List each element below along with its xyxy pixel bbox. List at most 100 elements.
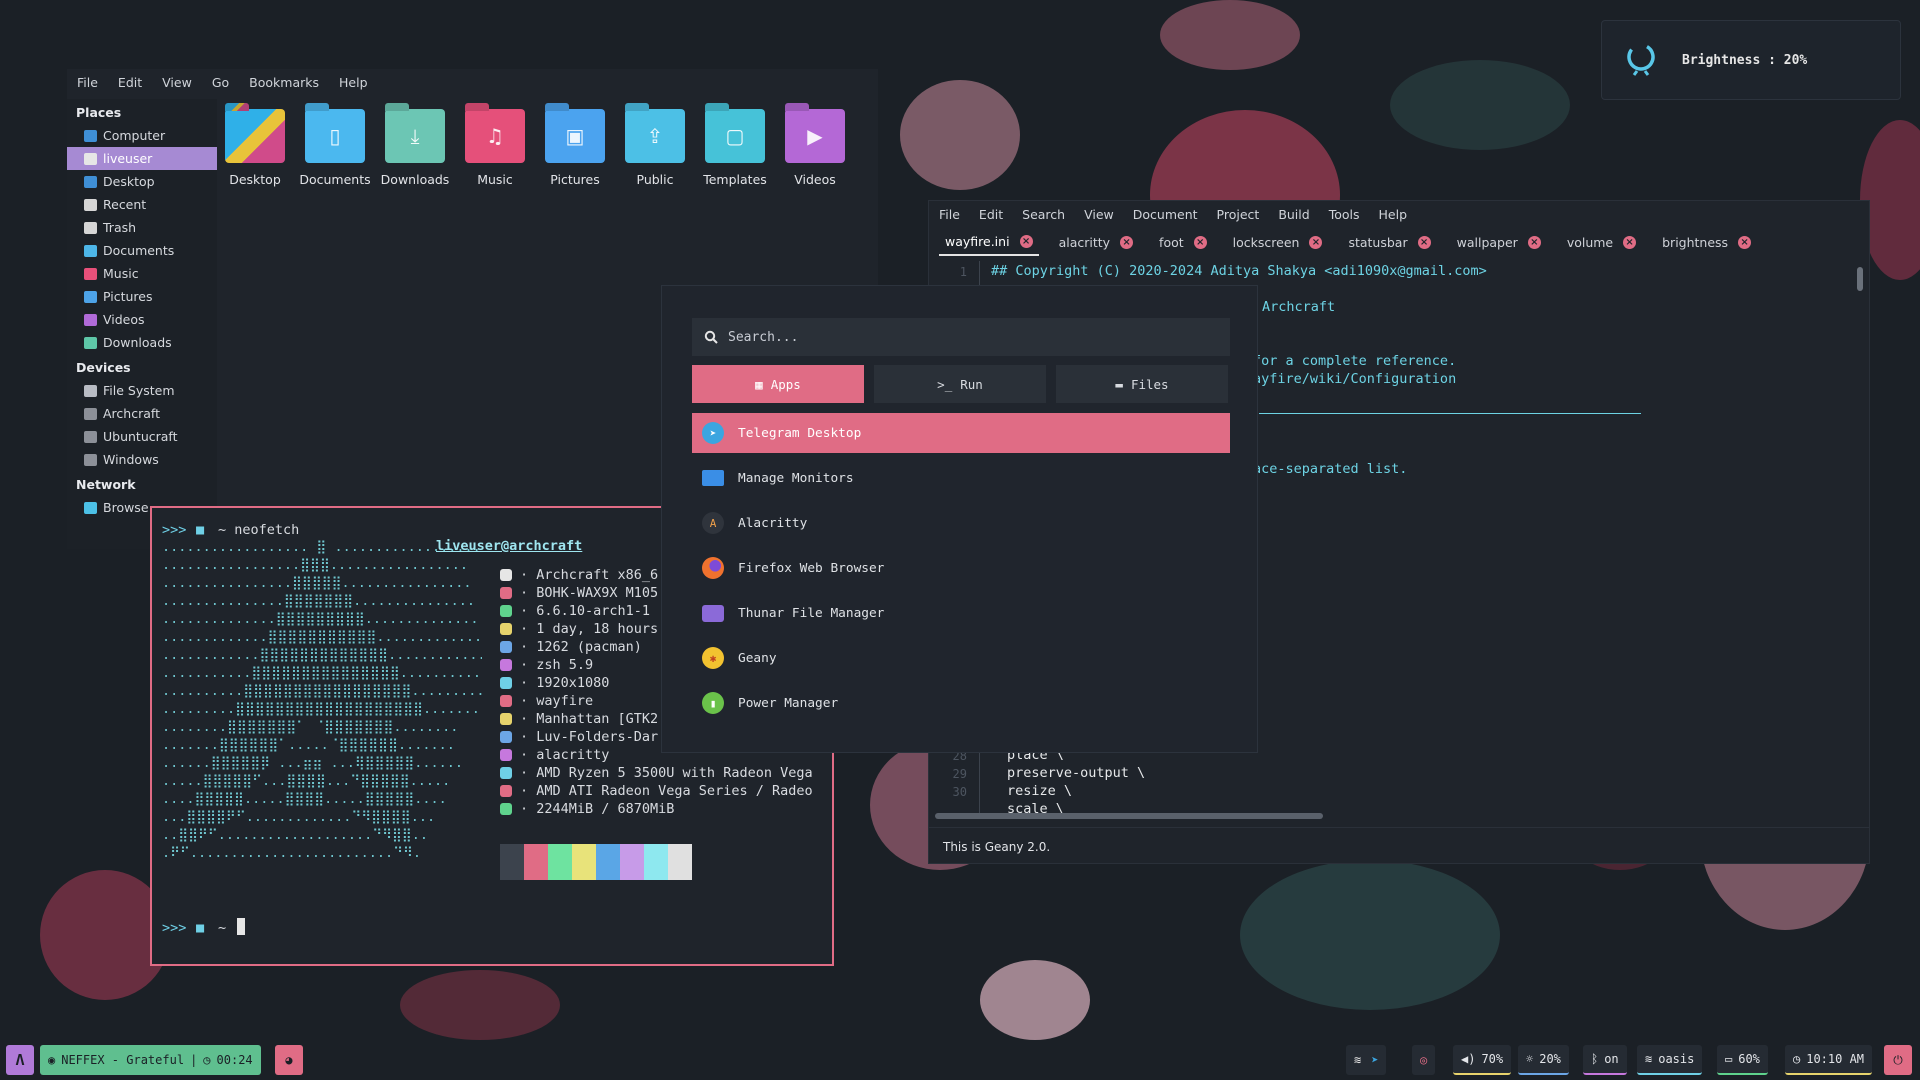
- mode-files-button[interactable]: ▬ Files: [1056, 365, 1228, 403]
- close-icon[interactable]: ×: [1120, 235, 1134, 249]
- close-icon[interactable]: ×: [1527, 235, 1541, 249]
- sidebar-item-pictures[interactable]: Pictures: [67, 285, 217, 308]
- tab-brightness[interactable]: brightness ×: [1656, 228, 1757, 256]
- folder-music[interactable]: ♫ Music: [465, 109, 525, 187]
- app-entry-geany[interactable]: ✱ Geany: [692, 638, 1230, 678]
- palette-swatch: [524, 844, 548, 880]
- menu-edit[interactable]: Edit: [118, 75, 142, 90]
- sidebar-item-ubuntucraft[interactable]: Ubuntucraft: [67, 425, 217, 448]
- menu-file[interactable]: File: [77, 75, 98, 90]
- app-entry-power-manager[interactable]: ▮ Power Manager: [692, 683, 1230, 723]
- sidebar-item-computer[interactable]: Computer: [67, 124, 217, 147]
- sidebar-item-windows[interactable]: Windows: [67, 448, 217, 471]
- app-entry-thunar[interactable]: Thunar File Manager: [692, 593, 1230, 633]
- file-manager-menubar: File Edit View Go Bookmarks Help: [67, 69, 878, 95]
- horizontal-scrollbar[interactable]: [935, 813, 1323, 819]
- network-widget[interactable]: ≋ oasis: [1637, 1045, 1703, 1075]
- tab-label: wayfire.ini: [945, 233, 1010, 249]
- music-widget[interactable]: ◉ NEFFEX - Grateful | ◷ 00:24: [40, 1045, 261, 1075]
- tab-foot[interactable]: foot ×: [1153, 228, 1213, 256]
- menu-document[interactable]: Document: [1133, 207, 1198, 222]
- close-icon[interactable]: ×: [1417, 235, 1431, 249]
- tab-alacritty[interactable]: alacritty ×: [1053, 228, 1139, 256]
- telegram-tray-icon[interactable]: ➤: [1371, 1053, 1378, 1067]
- sidebar-item-label: Archcraft: [103, 406, 160, 421]
- folder-downloads-icon: [84, 336, 97, 349]
- menu-view[interactable]: View: [1084, 207, 1114, 222]
- privacy-indicator[interactable]: ◎: [1412, 1045, 1436, 1075]
- tab-lockscreen[interactable]: lockscreen ×: [1227, 228, 1329, 256]
- close-icon[interactable]: ×: [1738, 235, 1752, 249]
- folder-pictures[interactable]: ▣ Pictures: [545, 109, 605, 187]
- palette-button[interactable]: ◕: [275, 1045, 303, 1075]
- folder-public[interactable]: ⇪ Public: [625, 109, 685, 187]
- sidebar-item-desktop[interactable]: Desktop: [67, 170, 217, 193]
- wm-icon: [500, 695, 512, 707]
- sidebar-item-trash[interactable]: Trash: [67, 216, 217, 239]
- menu-go[interactable]: Go: [212, 75, 229, 90]
- menu-edit[interactable]: Edit: [979, 207, 1003, 222]
- clock-widget[interactable]: ◷ 10:10 AM: [1785, 1045, 1873, 1075]
- menu-bookmarks[interactable]: Bookmarks: [249, 75, 319, 90]
- tab-label: foot: [1159, 234, 1184, 250]
- brightness-widget[interactable]: ☼ 20%: [1518, 1045, 1569, 1075]
- sidebar-item-downloads[interactable]: Downloads: [67, 331, 217, 354]
- menu-build[interactable]: Build: [1278, 207, 1309, 222]
- close-icon[interactable]: ×: [1019, 234, 1033, 248]
- menu-help[interactable]: Help: [339, 75, 368, 90]
- folder-templates[interactable]: ▢ Templates: [703, 109, 767, 187]
- code-fragment: ayfire/wiki/Configuration: [1253, 371, 1457, 387]
- menu-search[interactable]: Search: [1022, 207, 1065, 222]
- bluetooth-widget[interactable]: ᛒ on: [1583, 1045, 1627, 1075]
- folder-downloads[interactable]: ⤓ Downloads: [381, 109, 449, 187]
- info-value: · 1 day, 18 hours: [520, 621, 659, 637]
- volume-widget[interactable]: ◀) 70%: [1453, 1045, 1512, 1075]
- music-title: NEFFEX - Grateful: [61, 1053, 185, 1067]
- wifi-tray-icon[interactable]: ≋: [1354, 1053, 1361, 1067]
- sidebar-item-label: Trash: [103, 220, 137, 235]
- app-entry-monitors[interactable]: Manage Monitors: [692, 458, 1230, 498]
- app-entry-alacritty[interactable]: A Alacritty: [692, 503, 1230, 543]
- menu-view[interactable]: View: [162, 75, 192, 90]
- app-entry-firefox[interactable]: Firefox Web Browser: [692, 548, 1230, 588]
- sidebar-item-liveuser[interactable]: liveuser: [67, 147, 217, 170]
- close-icon[interactable]: ×: [1623, 235, 1637, 249]
- info-row-cpu: · AMD Ryzen 5 3500U with Radeon Vega: [500, 764, 813, 782]
- mode-run-button[interactable]: >_ Run: [874, 365, 1046, 403]
- memory-icon: [500, 803, 512, 815]
- sidebar-item-archcraft[interactable]: Archcraft: [67, 402, 217, 425]
- sidebar-item-recent[interactable]: Recent: [67, 193, 217, 216]
- info-value: · Archcraft x86_6: [520, 567, 659, 583]
- kernel-icon: [500, 605, 512, 617]
- sidebar-item-file-system[interactable]: File System: [67, 379, 217, 402]
- code-fragment: for a complete reference.: [1253, 353, 1457, 369]
- app-label: Thunar File Manager: [738, 605, 885, 621]
- close-icon[interactable]: ×: [1193, 235, 1207, 249]
- archcraft-menu-button[interactable]: Λ: [6, 1045, 34, 1075]
- sidebar-item-videos[interactable]: Videos: [67, 308, 217, 331]
- app-entry-telegram[interactable]: ➤ Telegram Desktop: [692, 413, 1230, 453]
- mode-apps-button[interactable]: ▦ Apps: [692, 365, 864, 403]
- menu-file[interactable]: File: [939, 207, 960, 222]
- info-value: · AMD Ryzen 5 3500U with Radeon Vega: [520, 765, 813, 781]
- sidebar-item-music[interactable]: Music: [67, 262, 217, 285]
- menu-help[interactable]: Help: [1379, 207, 1408, 222]
- folder-videos[interactable]: ▶ Videos: [785, 109, 845, 187]
- folder-icon: ■: [196, 522, 205, 538]
- menu-tools[interactable]: Tools: [1329, 207, 1360, 222]
- power-button[interactable]: ⏻: [1884, 1045, 1912, 1075]
- battery-icon: ▭: [1725, 1052, 1733, 1066]
- folder-documents[interactable]: ▯ Documents: [299, 109, 371, 187]
- close-icon[interactable]: ×: [1309, 235, 1323, 249]
- search-input[interactable]: Search...: [692, 318, 1230, 356]
- sidebar-item-documents[interactable]: Documents: [67, 239, 217, 262]
- folder-desktop[interactable]: Desktop: [225, 109, 285, 187]
- gpu-icon: [500, 785, 512, 797]
- vertical-scrollbar[interactable]: [1857, 267, 1863, 291]
- tab-volume[interactable]: volume ×: [1561, 228, 1642, 256]
- menu-project[interactable]: Project: [1217, 207, 1260, 222]
- tab-statusbar[interactable]: statusbar ×: [1342, 228, 1436, 256]
- tab-wallpaper[interactable]: wallpaper ×: [1451, 228, 1547, 256]
- battery-widget[interactable]: ▭ 60%: [1717, 1045, 1768, 1075]
- tab-wayfire-ini[interactable]: wayfire.ini ×: [939, 228, 1039, 256]
